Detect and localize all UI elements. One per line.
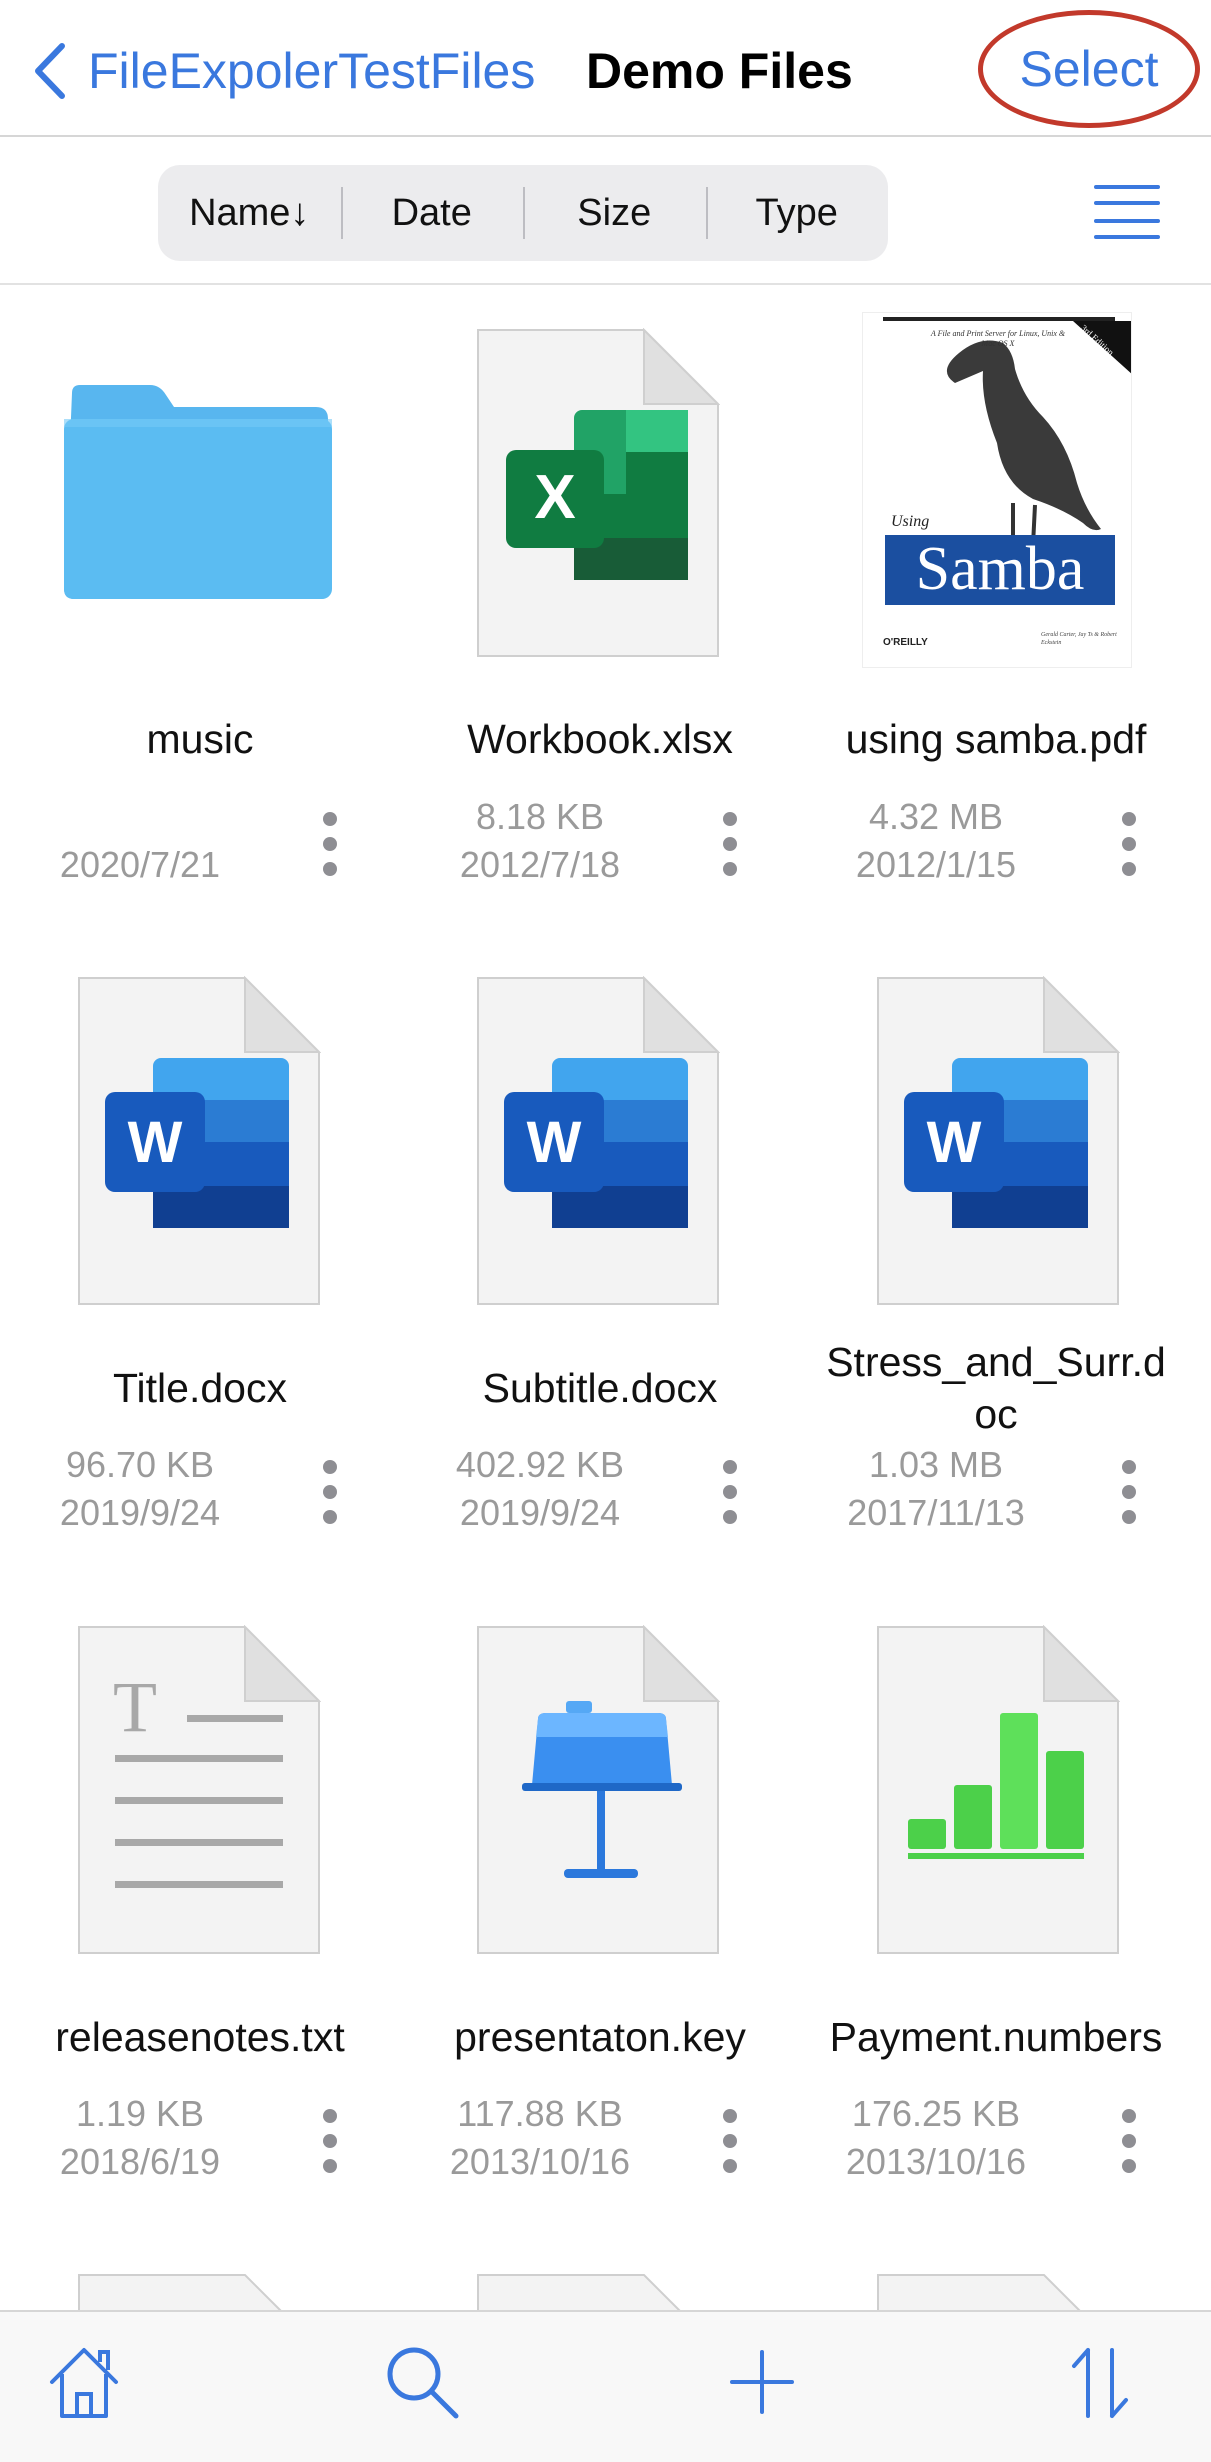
file-date: 2019/9/24 [459,1492,621,1533]
bottom-toolbar [0,2310,1211,2462]
svg-text:X: X [534,463,575,532]
more-options-icon[interactable] [315,2105,345,2177]
file-name: Workbook.xlsx [467,716,733,762]
sort-bar: Name↓ Date Size Type [0,139,1211,285]
file-name: Title.docx [113,1365,287,1411]
book-title: Samba [915,535,1085,603]
book-using: Using [891,513,930,530]
text-file-icon: T [78,1625,321,1954]
more-options-icon[interactable] [715,2105,745,2177]
file-size: 96.70 KB [65,1444,215,1485]
file-date: 2017/11/13 [847,1492,1025,1533]
numbers-icon [877,1625,1120,1954]
word-icon: W [877,976,1120,1305]
file-size: 402.92 KB [455,1444,625,1485]
file-size: 1.19 KB [75,2093,205,2134]
file-name: Payment.numbers [829,2014,1163,2060]
select-label: Select [1019,41,1159,97]
book-authors: Gerald Carter, Jay Ts & Robert Eckstein [1041,632,1117,646]
file-size: 1.03 MB [868,1444,1004,1485]
more-options-icon[interactable] [1114,808,1144,880]
file-date: 2012/7/18 [459,844,621,885]
search-icon[interactable] [382,2342,462,2422]
more-options-icon[interactable] [1114,2105,1144,2177]
file-name: Stress_and_Surr.d oc [826,1339,1166,1437]
keynote-icon [477,1625,720,1954]
file-thumbnail-partial[interactable] [476,2273,720,2313]
file-name: music [146,716,254,762]
sort-icon[interactable] [1060,2342,1140,2422]
file-thumbnail-partial[interactable] [77,2273,321,2313]
file-date: 2020/7/21 [59,844,221,885]
more-options-icon[interactable] [715,1456,745,1528]
navigation-bar: FileExpolerTestFiles Demo Files Select [0,0,1211,137]
book-publisher: O'REILLY [883,637,928,648]
sort-by-date[interactable]: Date [340,165,524,261]
home-icon[interactable] [44,2342,124,2422]
file-date: 2019/9/24 [59,1492,221,1533]
page-title: Demo Files [586,43,853,99]
file-size: 8.18 KB [475,796,605,837]
svg-text:W: W [128,1110,183,1175]
folder-icon [64,385,332,599]
file-name: Subtitle.docx [482,1365,718,1411]
file-thumbnail-partial[interactable] [876,2273,1120,2313]
more-options-icon[interactable] [315,808,345,880]
svg-text:T: T [113,1667,157,1747]
select-button[interactable]: Select [978,10,1200,128]
book-tagline: A File and Print Server for Linux, Unix … [930,329,1066,348]
pdf-thumbnail: A File and Print Server for Linux, Unix … [862,312,1132,668]
word-icon: W [78,976,321,1305]
sort-by-size[interactable]: Size [523,165,706,261]
file-name: using samba.pdf [845,716,1147,762]
list-view-icon[interactable] [1094,181,1160,241]
file-size: 4.32 MB [868,796,1004,837]
word-icon: W [477,976,720,1305]
more-options-icon[interactable] [715,808,745,880]
file-date: 2013/10/16 [845,2141,1027,2182]
file-date: 2013/10/16 [449,2141,631,2182]
file-date: 2018/6/19 [59,2141,221,2182]
file-name: releasenotes.txt [55,2014,345,2060]
file-date: 2012/1/15 [855,844,1017,885]
sort-segmented-control: Name↓ Date Size Type [158,165,888,261]
file-size: 117.88 KB [457,2093,623,2134]
add-icon[interactable] [722,2342,802,2422]
file-size: 176.25 KB [851,2093,1021,2134]
more-options-icon[interactable] [1114,1456,1144,1528]
excel-icon: X [477,328,720,657]
back-button[interactable]: FileExpolerTestFiles [30,36,535,106]
sort-by-name[interactable]: Name↓ [158,165,341,261]
book-cover-image [863,317,1131,667]
back-label: FileExpolerTestFiles [88,43,536,99]
chevron-left-icon [35,43,65,99]
more-options-icon[interactable] [315,1456,345,1528]
sort-by-type[interactable]: Type [705,165,889,261]
svg-text:W: W [527,1110,582,1175]
file-name: presentaton.key [454,2014,746,2060]
svg-text:W: W [927,1110,982,1175]
